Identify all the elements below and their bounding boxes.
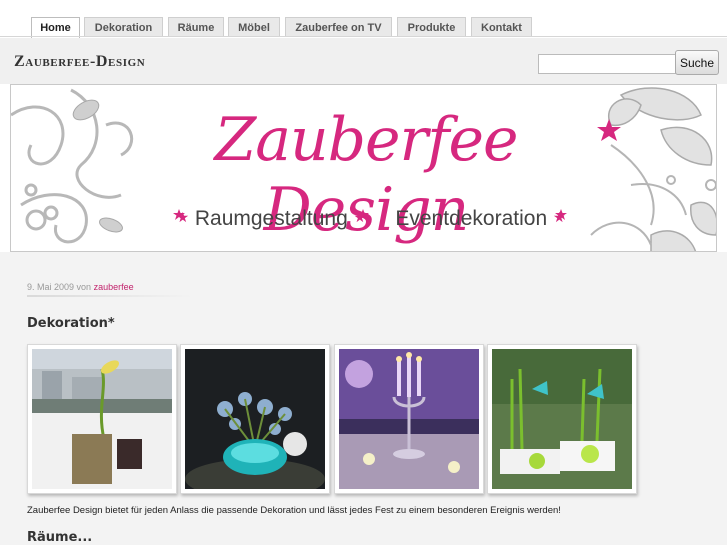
post-date: 9. Mai 2009 von (27, 282, 92, 292)
candelabra-photo (339, 349, 479, 489)
header-banner: Zauberfee Design ★ Raumgestaltung ★ Even… (10, 84, 717, 252)
calla-lily-photo (32, 349, 172, 489)
search-input[interactable] (538, 54, 676, 74)
star-icon-1: ★ (176, 209, 189, 225)
post-title[interactable]: Dekoration* (27, 316, 115, 331)
green-apples-photo (492, 349, 632, 489)
post-meta: 9. Mai 2009 von zauberfee (27, 282, 134, 292)
star-icon-2: ★ (353, 209, 367, 225)
meta-divider (27, 295, 192, 297)
thistle-vase-photo (185, 349, 325, 489)
tab-zauberfee-on-tv[interactable]: Zauberfee on TV (285, 17, 392, 37)
main-navigation: Home Dekoration Räume Möbel Zauberfee on… (0, 0, 727, 38)
post-author-link[interactable]: zauberfee (94, 282, 134, 292)
tab-raeume[interactable]: Räume (168, 17, 224, 37)
gallery-image-4[interactable] (487, 344, 637, 494)
site-title[interactable]: Zauberfee-Design (14, 53, 145, 71)
nav-divider (0, 36, 727, 37)
tab-home[interactable]: Home (31, 17, 80, 38)
tab-produkte[interactable]: Produkte (397, 17, 466, 37)
gallery-image-2[interactable] (180, 344, 330, 494)
gallery-image-1[interactable] (27, 344, 177, 494)
tab-kontakt[interactable]: Kontakt (471, 17, 532, 37)
tab-dekoration[interactable]: Dekoration (84, 17, 163, 37)
tab-moebel[interactable]: Möbel (228, 17, 280, 37)
section-title-raeume[interactable]: Räume... (27, 530, 92, 545)
banner-subtitle: ★ Raumgestaltung ★ Eventdekoration ★ (161, 207, 581, 231)
gallery-image-3[interactable] (334, 344, 484, 494)
banner-subtitle-part-1: Raumgestaltung (194, 207, 348, 230)
search-button[interactable]: Suche (675, 50, 719, 75)
post-content: 9. Mai 2009 von zauberfee Dekoration* Za… (0, 252, 727, 545)
site-header: Zauberfee-Design Suche (0, 38, 727, 84)
post-body-text: Zauberfee Design bietet für jeden Anlass… (27, 505, 561, 516)
star-icon-3: ★ (553, 209, 566, 225)
banner-subtitle-part-2: Eventdekoration (395, 207, 548, 230)
